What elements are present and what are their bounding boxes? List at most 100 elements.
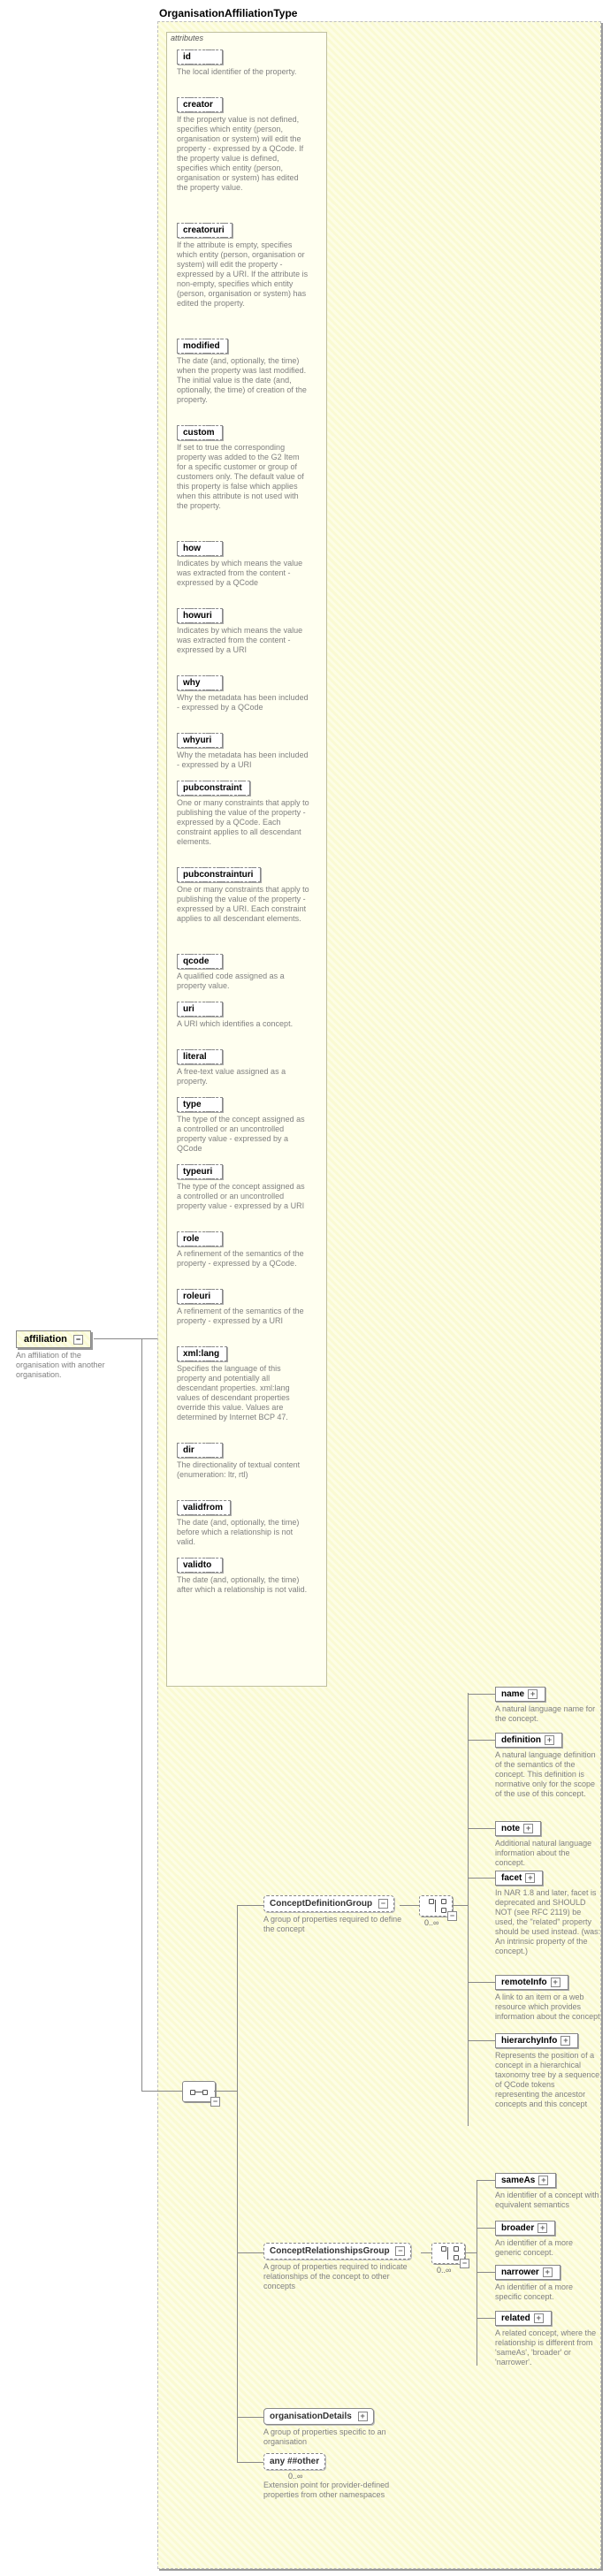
plus-icon[interactable]: + — [551, 1978, 560, 1987]
connector — [464, 2252, 477, 2253]
attribute-why: whyWhy the metadata has been included - … — [177, 675, 309, 713]
attribute-name: pubconstrainturi — [177, 867, 261, 882]
attribute-desc: A refinement of the semantics of the pro… — [177, 1307, 309, 1326]
connector — [237, 2462, 263, 2463]
element-desc: An identifier of a more specific concept… — [495, 2283, 601, 2302]
element-desc: In NAR 1.8 and later, facet is deprecate… — [495, 1888, 601, 1956]
attribute-name: xml:lang — [177, 1346, 227, 1361]
element-broader[interactable]: broader+ An identifier of a more generic … — [495, 2221, 601, 2258]
attribute-name: validfrom — [177, 1500, 231, 1515]
choice-compositor: − — [419, 1895, 453, 1917]
element-label: hierarchyInfo+ — [495, 2033, 578, 2048]
element-facet[interactable]: facet+In NAR 1.8 and later, facet is dep… — [495, 1871, 601, 1956]
connector — [94, 1338, 157, 1339]
attribute-pubconstraint: pubconstraintOne or many constraints tha… — [177, 781, 309, 847]
group-label: ConceptDefinitionGroup — [270, 1899, 372, 1909]
attribute-name: custom — [177, 425, 223, 440]
element-definition[interactable]: definition+A natural language definition… — [495, 1733, 601, 1799]
plus-icon[interactable]: + — [538, 2223, 547, 2233]
attribute-name: id — [177, 50, 223, 65]
attribute-desc: Specifies the language of this property … — [177, 1364, 309, 1422]
connector — [237, 1905, 263, 1906]
group-concept-definition[interactable]: ConceptDefinitionGroup − — [263, 1895, 394, 1912]
plus-icon[interactable]: + — [525, 1873, 535, 1883]
connector — [477, 2180, 495, 2181]
attribute-name: role — [177, 1231, 223, 1246]
element-desc: A group of properties specific to an org… — [263, 2427, 414, 2447]
element-related[interactable]: related+A related concept, where the rel… — [495, 2311, 601, 2367]
multiplicity-label: 0..∞ — [424, 1918, 438, 1927]
attribute-desc: The date (and, optionally, the time) bef… — [177, 1518, 309, 1547]
minus-icon[interactable]: − — [210, 2097, 220, 2107]
plus-icon[interactable]: + — [545, 1735, 554, 1745]
element-label: name+ — [495, 1687, 545, 1702]
element-organisation-details[interactable]: organisationDetails + — [263, 2408, 374, 2425]
attribute-name: howuri — [177, 608, 223, 623]
element-desc: An identifier of a concept with equivale… — [495, 2191, 601, 2210]
element-remoteinfo[interactable]: remoteInfo+ A link to an item or a web re… — [495, 1975, 601, 2022]
minus-icon[interactable]: − — [460, 2259, 469, 2268]
group-concept-relationships[interactable]: ConceptRelationshipsGroup − — [263, 2243, 411, 2260]
element-label: any ##other — [270, 2457, 319, 2466]
any-extension-point[interactable]: any ##other — [263, 2453, 325, 2470]
attribute-qcode: qcodeA qualified code assigned as a prop… — [177, 954, 309, 991]
attribute-desc: The type of the concept assigned as a co… — [177, 1182, 309, 1211]
group-desc: A group of properties required to indica… — [263, 2262, 414, 2291]
attribute-roleuri: roleuriA refinement of the semantics of … — [177, 1289, 309, 1326]
minus-icon[interactable]: − — [447, 1911, 457, 1921]
connector — [468, 2040, 495, 2041]
attribute-typeuri: typeuriThe type of the concept assigned … — [177, 1164, 309, 1211]
attribute-desc: One or many constraints that apply to pu… — [177, 885, 309, 924]
element-sameas[interactable]: sameAs+An identifier of a concept with e… — [495, 2173, 601, 2210]
attribute-dir: dirThe directionality of textual content… — [177, 1443, 309, 1480]
attribute-desc: The date (and, optionally, the time) aft… — [177, 1575, 309, 1595]
connector — [468, 1982, 495, 1983]
element-name[interactable]: name+ A natural language name for the con… — [495, 1687, 601, 1724]
element-desc: A natural language name for the concept. — [495, 1704, 601, 1724]
attribute-how: howIndicates by which means the value wa… — [177, 541, 309, 588]
minus-icon[interactable]: − — [73, 1335, 83, 1345]
plus-icon[interactable]: + — [543, 2267, 553, 2277]
connector — [477, 2318, 495, 2319]
minus-icon[interactable]: − — [378, 1899, 388, 1909]
attribute-modified: modifiedThe date (and, optionally, the t… — [177, 339, 309, 405]
multiplicity-label: 0..∞ — [437, 2266, 451, 2275]
plus-icon[interactable]: + — [358, 2412, 368, 2421]
element-note[interactable]: note+Additional natural language informa… — [495, 1821, 601, 1868]
element-narrower[interactable]: narrower+ An identifier of a more specifi… — [495, 2265, 601, 2302]
attribute-whyuri: whyuriWhy the metadata has been included… — [177, 733, 309, 770]
minus-icon[interactable]: − — [395, 2246, 405, 2256]
connector — [141, 2091, 182, 2092]
attribute-desc: The type of the concept assigned as a co… — [177, 1115, 309, 1154]
element-desc: A link to an item or a web resource whic… — [495, 1993, 601, 2022]
element-label: narrower+ — [495, 2265, 560, 2280]
attribute-name: how — [177, 541, 223, 556]
attribute-desc: A free-text value assigned as a property… — [177, 1067, 309, 1086]
plus-icon[interactable]: + — [538, 2176, 548, 2185]
root-element-desc: An affiliation of the organisation with … — [16, 1351, 113, 1380]
attribute-creatoruri: creatoruriIf the attribute is empty, spe… — [177, 223, 309, 309]
attribute-desc: Why the metadata has been included - exp… — [177, 693, 309, 713]
root-element-label: affiliation — [24, 1334, 67, 1345]
plus-icon[interactable]: + — [560, 2036, 570, 2046]
element-label: broader+ — [495, 2221, 555, 2236]
element-label: remoteInfo+ — [495, 1975, 568, 1990]
connector — [452, 1905, 468, 1906]
attribute-desc: Indicates by which means the value was e… — [177, 626, 309, 655]
root-element-affiliation[interactable]: affiliation − — [16, 1330, 91, 1348]
plus-icon[interactable]: + — [523, 1824, 533, 1833]
element-desc: A natural language definition of the sem… — [495, 1750, 601, 1799]
attribute-name: dir — [177, 1443, 223, 1458]
attribute-id: id The local identifier of the property. — [177, 50, 309, 77]
attribute-desc: If the attribute is empty, specifies whi… — [177, 240, 309, 309]
connector — [400, 1905, 419, 1906]
element-desc: A related concept, where the relationshi… — [495, 2328, 601, 2367]
element-desc: An identifier of a more generic concept. — [495, 2238, 601, 2258]
attribute-desc: The local identifier of the property. — [177, 67, 309, 77]
connector — [214, 2091, 237, 2092]
plus-icon[interactable]: + — [534, 2313, 544, 2323]
connector — [468, 1740, 495, 1741]
element-hierarchyinfo[interactable]: hierarchyInfo+Represents the position of… — [495, 2033, 601, 2109]
plus-icon[interactable]: + — [528, 1689, 538, 1699]
attribute-name: uri — [177, 1002, 223, 1017]
